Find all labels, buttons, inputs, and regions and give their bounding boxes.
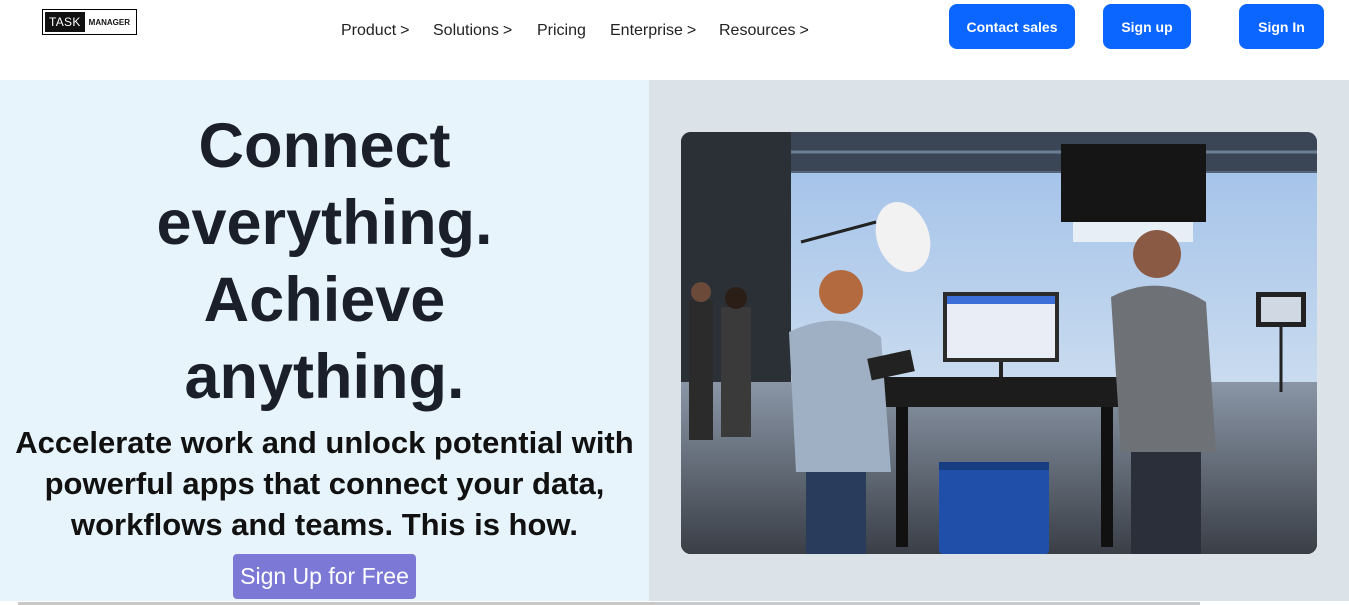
hero-studio-photo [681, 132, 1317, 554]
subheading-line: Accelerate work and unlock potential wit… [15, 425, 634, 460]
sign-up-for-free-button[interactable]: Sign Up for Free [233, 554, 416, 599]
chevron-right-icon: > [502, 22, 513, 39]
headline-line: Connect [198, 111, 451, 181]
nav-pricing[interactable]: Pricing [537, 20, 586, 42]
subheading-line: workflows and teams. This is how. [70, 507, 578, 542]
nav-solutions-label: Solutions [433, 22, 499, 39]
nav-pricing-label: Pricing [537, 22, 586, 39]
headline-line: Achieve [203, 265, 446, 335]
subheading-line: powerful apps that connect your data, [44, 466, 605, 501]
nav-enterprise-label: Enterprise [610, 22, 683, 39]
task-manager-logo[interactable]: TASK MANAGER [42, 9, 137, 35]
studio-illustration [681, 132, 1317, 554]
chevron-right-icon: > [400, 22, 410, 39]
contact-sales-button[interactable]: Contact sales [949, 4, 1075, 49]
hero-headline: Connect everything. Achieve anything. [0, 108, 649, 416]
sign-up-button[interactable]: Sign up [1103, 4, 1191, 49]
nav-product[interactable]: Product > [341, 20, 409, 42]
sign-in-button[interactable]: Sign In [1239, 4, 1324, 49]
nav-solutions[interactable]: Solutions > [433, 20, 512, 42]
nav-resources-label: Resources [719, 22, 796, 39]
chevron-right-icon: > [799, 22, 809, 39]
nav-resources[interactable]: Resources > [719, 20, 809, 42]
logo-text-task: TASK [45, 12, 85, 32]
logo-text-manager: MANAGER [88, 17, 130, 27]
nav-enterprise[interactable]: Enterprise > [610, 20, 696, 42]
hero-subheading: Accelerate work and unlock potential wit… [0, 422, 649, 545]
nav-product-label: Product [341, 22, 397, 39]
headline-line: anything. [184, 342, 465, 412]
chevron-right-icon: > [686, 22, 697, 39]
site-header: TASK MANAGER Product > Solutions > Prici… [0, 0, 1349, 80]
headline-line: everything. [156, 188, 493, 258]
